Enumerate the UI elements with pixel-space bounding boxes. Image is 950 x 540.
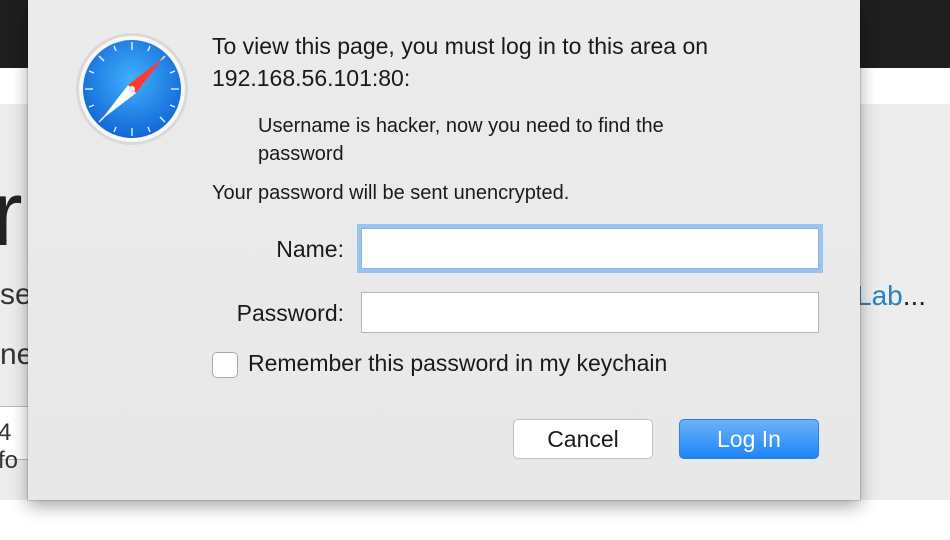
remember-password-label[interactable]: Remember this password in my keychain [248, 350, 667, 377]
password-label: Password: [236, 300, 344, 326]
background-heading-fragment: r [0, 163, 23, 265]
login-dialog: To view this page, you must log in to th… [28, 0, 860, 500]
realm-message-line-1: Username is hacker, now you need to find… [258, 115, 664, 137]
background-link-text: Lab [856, 280, 903, 311]
dialog-message: To view this page, you must log in to th… [212, 30, 842, 94]
background-ellipsis: ... [902, 280, 927, 311]
dialog-message-line-2: 192.168.56.101:80: [212, 65, 411, 91]
unencrypted-warning: Your password will be sent unencrypted. [212, 182, 570, 204]
log-in-button[interactable]: Log In [679, 419, 819, 459]
realm-message-line-2: password [258, 143, 344, 165]
name-label: Name: [276, 236, 344, 262]
dialog-message-line-1: To view this page, you must log in to th… [212, 33, 709, 59]
password-input[interactable] [361, 292, 819, 333]
safari-compass-icon [76, 33, 188, 145]
username-input[interactable] [361, 228, 819, 269]
remember-password-checkbox[interactable] [212, 352, 238, 378]
background-footer [0, 500, 950, 540]
dialog-realm-message: Username is hacker, now you need to find… [258, 112, 778, 168]
cancel-button[interactable]: Cancel [513, 419, 653, 459]
background-text-fragment: se [0, 278, 32, 311]
background-link-fragment: Lab... [856, 280, 926, 312]
